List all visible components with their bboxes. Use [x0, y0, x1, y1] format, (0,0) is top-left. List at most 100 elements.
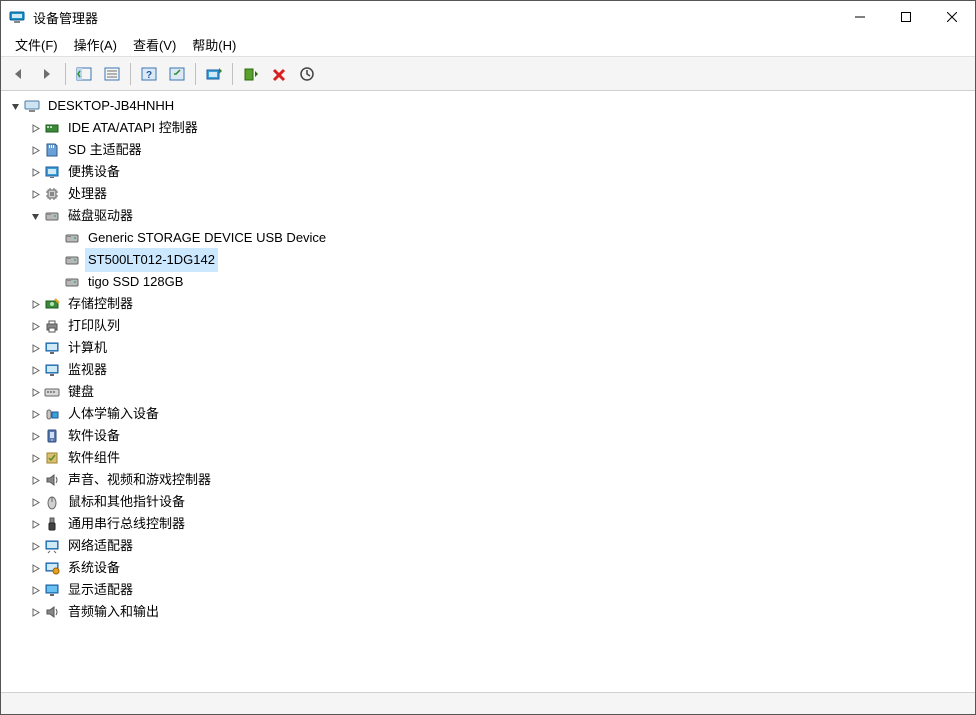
tree-item-label: 软件设备 — [65, 424, 123, 448]
tree-category-keyboards[interactable]: 键盘 — [7, 381, 975, 403]
expand-icon[interactable] — [27, 450, 43, 466]
disk-icon — [63, 251, 81, 269]
expand-icon[interactable] — [27, 560, 43, 576]
update-driver-button[interactable] — [201, 61, 227, 87]
tree-category-sound[interactable]: 声音、视频和游戏控制器 — [7, 469, 975, 491]
tree-category-disk-drives[interactable]: 磁盘驱动器 — [7, 205, 975, 227]
device-manager-window: 设备管理器 文件(F) 操作(A) 查看(V) 帮助(H) — [0, 0, 976, 715]
network-icon — [43, 537, 61, 555]
window-controls — [837, 1, 975, 33]
storage-icon — [43, 295, 61, 313]
tree-item-label: ST500LT012-1DG142 — [85, 248, 218, 272]
tree-item-disk[interactable]: ST500LT012-1DG142 — [7, 249, 975, 271]
back-button[interactable] — [6, 61, 32, 87]
forward-button[interactable] — [34, 61, 60, 87]
minimize-button[interactable] — [837, 1, 883, 33]
sound-icon — [43, 603, 61, 621]
title-bar: 设备管理器 — [1, 1, 975, 33]
expand-icon[interactable] — [27, 538, 43, 554]
expand-icon[interactable] — [27, 494, 43, 510]
menu-file[interactable]: 文件(F) — [7, 33, 66, 56]
toolbar-separator — [232, 63, 233, 85]
expand-icon[interactable] — [27, 384, 43, 400]
expand-icon[interactable] — [27, 516, 43, 532]
disk-icon — [43, 207, 61, 225]
expand-icon[interactable] — [27, 340, 43, 356]
expand-icon[interactable] — [27, 582, 43, 598]
tree-item-label: 显示适配器 — [65, 578, 136, 602]
tree-category-computer[interactable]: 计算机 — [7, 337, 975, 359]
tree-item-label: 处理器 — [65, 182, 110, 206]
export-list-button[interactable] — [99, 61, 125, 87]
menu-help[interactable]: 帮助(H) — [184, 33, 244, 56]
monitor-icon — [43, 361, 61, 379]
app-icon — [9, 9, 25, 25]
maximize-button[interactable] — [883, 1, 929, 33]
collapse-icon[interactable] — [27, 208, 43, 224]
tree-item-label: 系统设备 — [65, 556, 123, 580]
no-children-icon — [47, 252, 63, 268]
disk-icon — [63, 229, 81, 247]
tree-category-mouse[interactable]: 鼠标和其他指针设备 — [7, 491, 975, 513]
expand-icon[interactable] — [27, 428, 43, 444]
toolbar-separator — [195, 63, 196, 85]
tree-item-label: 存储控制器 — [65, 292, 136, 316]
expand-icon[interactable] — [27, 186, 43, 202]
monitor-icon — [43, 339, 61, 357]
tree-category-hid[interactable]: 人体学输入设备 — [7, 403, 975, 425]
tree-category-audio-io[interactable]: 音频输入和输出 — [7, 601, 975, 623]
tree-category-usb[interactable]: 通用串行总线控制器 — [7, 513, 975, 535]
softcomp-icon — [43, 449, 61, 467]
cpu-icon — [43, 185, 61, 203]
tree-category-software-devices[interactable]: 软件设备 — [7, 425, 975, 447]
menu-view[interactable]: 查看(V) — [125, 33, 184, 56]
expand-icon[interactable] — [27, 164, 43, 180]
system-icon — [43, 559, 61, 577]
tree-category-portable[interactable]: 便携设备 — [7, 161, 975, 183]
tree-item-label: 便携设备 — [65, 160, 123, 184]
tree-item-label: 音频输入和输出 — [65, 600, 162, 624]
expand-icon[interactable] — [27, 142, 43, 158]
toolbar-separator — [65, 63, 66, 85]
tree-root-computer[interactable]: DESKTOP-JB4HNHH — [7, 95, 975, 117]
svg-text:?: ? — [146, 70, 152, 81]
expand-icon[interactable] — [27, 472, 43, 488]
tree-item-label: 网络适配器 — [65, 534, 136, 558]
menu-action[interactable]: 操作(A) — [66, 33, 125, 56]
expand-icon[interactable] — [27, 296, 43, 312]
tree-item-disk[interactable]: tigo SSD 128GB — [7, 271, 975, 293]
tree-category-processor[interactable]: 处理器 — [7, 183, 975, 205]
help-button[interactable]: ? — [136, 61, 162, 87]
tree-category-system-devices[interactable]: 系统设备 — [7, 557, 975, 579]
scan-hardware-button[interactable] — [294, 61, 320, 87]
collapse-icon[interactable] — [7, 98, 23, 114]
enable-device-button[interactable] — [238, 61, 264, 87]
device-tree[interactable]: DESKTOP-JB4HNHHIDE ATA/ATAPI 控制器SD 主适配器便… — [1, 91, 975, 692]
expand-icon[interactable] — [27, 406, 43, 422]
tree-item-label: 磁盘驱动器 — [65, 204, 136, 228]
uninstall-device-button[interactable] — [266, 61, 292, 87]
tree-category-network[interactable]: 网络适配器 — [7, 535, 975, 557]
expand-icon[interactable] — [27, 604, 43, 620]
portable-icon — [43, 163, 61, 181]
tree-category-ide[interactable]: IDE ATA/ATAPI 控制器 — [7, 117, 975, 139]
sdcard-icon — [43, 141, 61, 159]
tree-category-display-adapters[interactable]: 显示适配器 — [7, 579, 975, 601]
properties-button[interactable] — [164, 61, 190, 87]
tree-category-storage-controllers[interactable]: 存储控制器 — [7, 293, 975, 315]
expand-icon[interactable] — [27, 120, 43, 136]
tree-category-monitors[interactable]: 监视器 — [7, 359, 975, 381]
hid-icon — [43, 405, 61, 423]
tree-item-disk[interactable]: Generic STORAGE DEVICE USB Device — [7, 227, 975, 249]
tree-item-label: DESKTOP-JB4HNHH — [45, 94, 177, 118]
tree-category-print-queues[interactable]: 打印队列 — [7, 315, 975, 337]
window-title: 设备管理器 — [33, 8, 837, 27]
tree-category-sd-host[interactable]: SD 主适配器 — [7, 139, 975, 161]
expand-icon[interactable] — [27, 318, 43, 334]
close-button[interactable] — [929, 1, 975, 33]
show-hide-tree-button[interactable] — [71, 61, 97, 87]
expand-icon[interactable] — [27, 362, 43, 378]
tree-category-software-components[interactable]: 软件组件 — [7, 447, 975, 469]
tree-item-label: IDE ATA/ATAPI 控制器 — [65, 116, 201, 140]
menu-bar: 文件(F) 操作(A) 查看(V) 帮助(H) — [1, 33, 975, 57]
